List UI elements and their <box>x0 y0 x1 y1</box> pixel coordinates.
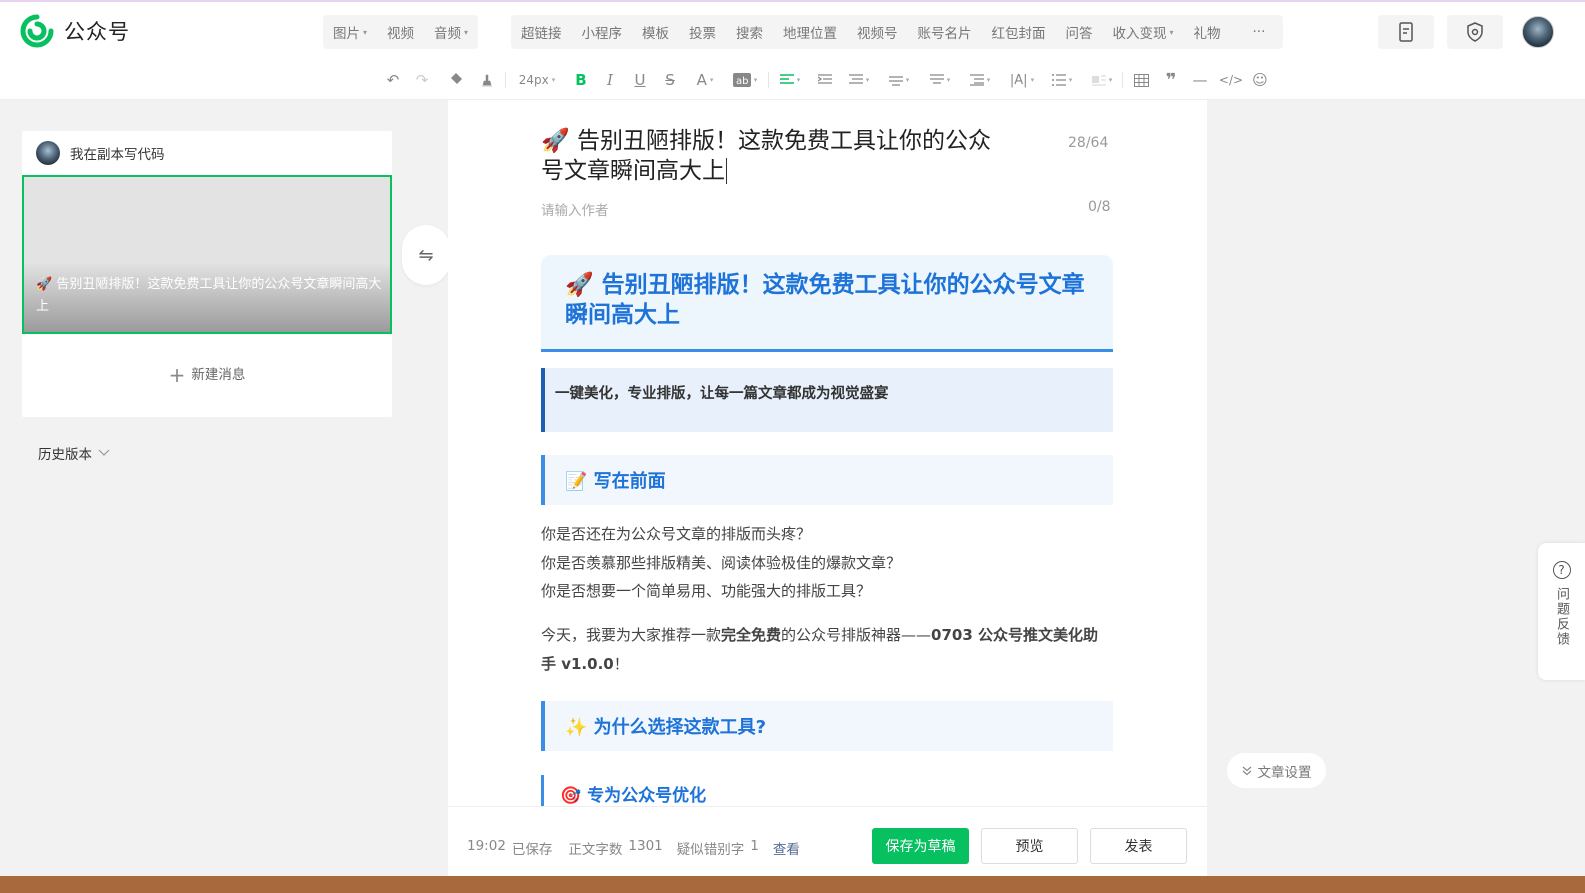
menu-item-insert-7[interactable]: 账号名片 <box>908 22 982 42</box>
redo-icon[interactable]: ↷ <box>412 68 432 92</box>
menu-item-insert-0[interactable]: 超链接 <box>511 22 572 42</box>
menu-item-insert-3[interactable]: 投票 <box>679 22 726 42</box>
security-shield-icon[interactable] <box>1447 15 1503 49</box>
insert-menu-group: 超链接 小程序 模板 投票 搜索 地理位置 视频号 账号名片 红包封面 问答 收入变现 ▾ 礼物 ··· <box>511 15 1284 49</box>
subsection-heading-optimized: 🎯 专为公众号优化 <box>541 775 706 806</box>
intro-questions: 你是否还在为公众号文章的排版而头疼？ 你是否羡慕那些排版精美、阅读体验极佳的爆款… <box>541 525 902 600</box>
preview-button[interactable]: 预览 <box>981 828 1078 864</box>
user-avatar[interactable] <box>1522 16 1554 48</box>
section-heading-intro: 📝 写在前面 <box>541 455 1113 505</box>
section-heading-why: ✨ 为什么选择这款工具? <box>541 701 1113 751</box>
spacing-before-icon[interactable]: ▾ <box>885 68 913 92</box>
article-editor[interactable]: 🚀 告别丑陋排版！这款免费工具让你的公众 号文章瞬间高大上 28/64 请输入作… <box>448 100 1207 806</box>
article-list-card: 我在副本写代码 🚀 告别丑陋排版！这款免费工具让你的公众号文章瞬间高大上 + 新建… <box>22 131 392 417</box>
undo-icon[interactable]: ↶ <box>383 68 403 92</box>
font-color-icon[interactable]: A ▾ <box>690 68 720 92</box>
menu-item-insert-4[interactable]: 搜索 <box>726 22 773 42</box>
menu-item-insert-5[interactable]: 地理位置 <box>773 22 847 42</box>
hero-heading-block: 🚀 告别丑陋排版！这款免费工具让你的公众号文章瞬间高大上 <box>541 255 1113 352</box>
hero-heading: 🚀 告别丑陋排版！这款免费工具让你的公众号文章瞬间高大上 <box>565 272 1085 328</box>
menu-item-media-0[interactable]: 图片 ▾ <box>323 22 377 42</box>
format-painter-icon[interactable] <box>446 68 466 92</box>
caret-down-icon: ▾ <box>363 27 368 37</box>
menu-item-media-2[interactable]: 音频 ▾ <box>424 22 478 42</box>
article-settings-button[interactable]: 文章设置 <box>1227 753 1326 788</box>
paragraph-spacing-icon[interactable]: ▾ <box>845 68 873 92</box>
float-icon[interactable]: ▾ <box>1088 68 1116 92</box>
wechat-official-account-logo-icon <box>20 14 54 48</box>
bold-icon[interactable]: B <box>571 68 591 92</box>
menu-item-insert-8[interactable]: 红包封面 <box>982 22 1056 42</box>
media-menu-group: 图片 ▾ 视频 音频 ▾ <box>323 15 479 49</box>
menu-item-insert-2[interactable]: 模板 <box>632 22 679 42</box>
menu-item-insert-9[interactable]: 问答 <box>1056 22 1103 42</box>
indent-icon[interactable] <box>815 68 835 92</box>
author-char-count: 0/8 <box>1088 199 1111 215</box>
strikethrough-icon[interactable]: S <box>660 68 680 92</box>
history-version-dropdown[interactable]: 历史版本 <box>38 443 110 463</box>
article-cover-card[interactable]: 🚀 告别丑陋排版！这款免费工具让你的公众号文章瞬间高大上 <box>22 175 392 334</box>
divider-icon[interactable]: — <box>1190 68 1210 92</box>
double-chevron-down-icon <box>1242 766 1251 775</box>
emoji-icon[interactable]: ☺ <box>1250 68 1270 92</box>
format-toolbar: ↶ ↷ 24px ▾ B I U S A ▾ ab ▾ ▾ ▾ ▾ ▾ ▾ |A| ▾ … <box>0 60 1585 100</box>
more-menu-icon[interactable]: ··· <box>1231 24 1284 40</box>
publish-button[interactable]: 发表 <box>1090 828 1187 864</box>
quote-icon[interactable]: ❞ <box>1161 68 1181 92</box>
top-bar: 公众号 图片 ▾ 视频 音频 ▾ 超链接 小程序 模板 投票 搜索 地理位置 视频号 账号名片 红包封面… <box>0 0 1585 60</box>
intro-quote-block: 一键美化，专业排版，让每一篇文章都成为视觉盛宴 <box>541 368 1113 432</box>
editor-bottom-bar: 19:02 已保存 正文字数 1301 疑似错别字 1 查看 保存为草稿 预览 … <box>448 806 1207 876</box>
title-input[interactable]: 🚀 告别丑陋排版！这款免费工具让你的公众 号文章瞬间高大上 <box>541 126 1011 186</box>
mobile-preview-icon[interactable] <box>1378 15 1434 49</box>
font-size-select[interactable]: 24px ▾ <box>513 68 561 92</box>
italic-icon[interactable]: I <box>600 68 620 92</box>
chevron-down-icon <box>98 449 110 456</box>
logo[interactable]: 公众号 <box>20 14 130 48</box>
save-draft-button[interactable]: 保存为草稿 <box>872 828 969 864</box>
intro-quote: 一键美化，专业排版，让每一篇文章都成为视觉盛宴 <box>555 386 889 402</box>
switch-layout-icon[interactable]: ⇋ <box>402 225 450 285</box>
background-color-icon[interactable]: ab ▾ <box>730 68 760 92</box>
code-icon[interactable]: </> <box>1219 68 1243 92</box>
new-message-button[interactable]: + 新建消息 <box>22 363 392 387</box>
caret-down-icon: ▾ <box>1169 27 1174 37</box>
account-avatar <box>36 141 60 165</box>
letter-spacing-icon[interactable]: |A| ▾ <box>1008 68 1036 92</box>
spacing-after-icon[interactable]: ▾ <box>926 68 954 92</box>
line-height-icon[interactable]: ▾ <box>966 68 994 92</box>
article-card-title: 🚀 告别丑陋排版！这款免费工具让你的公众号文章瞬间高大上 <box>36 277 382 314</box>
recommendation-paragraph: 今天，我要为大家推荐一款完全免费的公众号排版神器——0703 公众号推文美化助手… <box>541 626 1099 673</box>
table-icon[interactable] <box>1131 68 1151 92</box>
align-left-icon[interactable]: ▾ <box>776 68 804 92</box>
account-name: 我在副本写代码 <box>70 147 165 163</box>
desktop-background-strip <box>0 876 1585 893</box>
underline-icon[interactable]: U <box>630 68 650 92</box>
plus-icon: + <box>168 363 186 387</box>
svg-text:ab: ab <box>736 76 748 87</box>
caret-down-icon: ▾ <box>464 27 469 37</box>
app-name: 公众号 <box>64 20 130 44</box>
help-icon: ? <box>1552 561 1571 579</box>
author-input[interactable]: 请输入作者 <box>541 199 609 219</box>
menu-item-insert-1[interactable]: 小程序 <box>572 22 633 42</box>
title-char-count: 28/64 <box>1068 135 1109 151</box>
feedback-button[interactable]: ? 问题反馈 <box>1538 543 1585 680</box>
clear-format-icon[interactable] <box>477 68 497 92</box>
account-header: 我在副本写代码 <box>22 131 392 175</box>
save-status: 19:02 已保存 正文字数 1301 疑似错别字 1 查看 <box>467 838 800 858</box>
menu-item-insert-6[interactable]: 视频号 <box>847 22 908 42</box>
list-icon[interactable]: ▾ <box>1048 68 1076 92</box>
menu-item-media-1[interactable]: 视频 <box>377 22 424 42</box>
menu-item-insert-10[interactable]: 收入变现 ▾ <box>1103 22 1184 42</box>
menu-item-insert-11[interactable]: 礼物 <box>1184 22 1231 42</box>
view-typos-link[interactable]: 查看 <box>773 838 800 858</box>
